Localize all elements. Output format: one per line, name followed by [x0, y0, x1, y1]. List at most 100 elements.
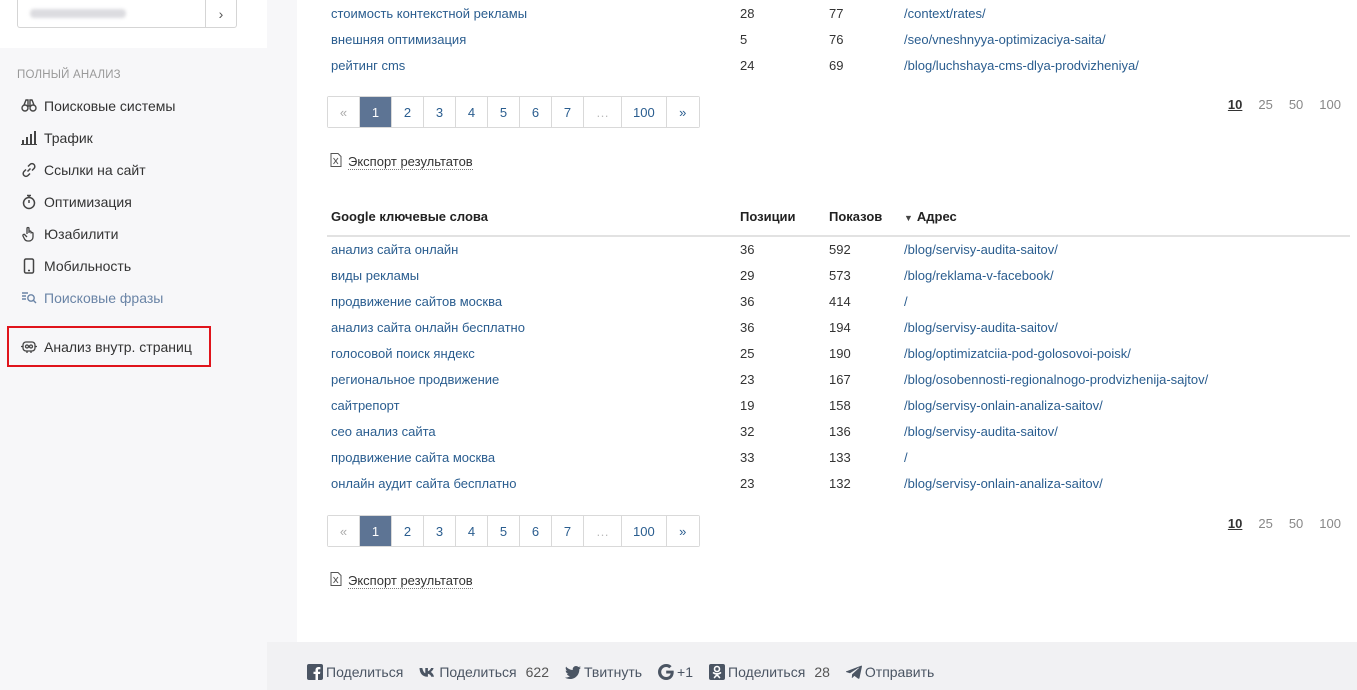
telegram-share-button[interactable]: Отправить [845, 664, 935, 680]
page-button[interactable]: 5 [488, 516, 520, 546]
page-button[interactable]: 3 [424, 516, 456, 546]
column-header-keywords[interactable]: Google ключевые слова [327, 198, 736, 237]
keyword-link[interactable]: анализ сайта онлайн [331, 242, 458, 257]
page-button[interactable]: 7 [552, 97, 584, 127]
twitter-share-button[interactable]: Твитнуть [564, 664, 642, 680]
page-button[interactable]: 3 [424, 97, 456, 127]
address-link[interactable]: / [904, 294, 908, 309]
address-link[interactable]: /blog/servisy-onlain-analiza-saitov/ [904, 476, 1103, 491]
page-button[interactable]: 7 [552, 516, 584, 546]
address-link[interactable]: /context/rates/ [904, 6, 986, 21]
column-header-positions[interactable]: Позиции [736, 198, 825, 237]
per-page-option[interactable]: 50 [1289, 97, 1303, 112]
last-page-button[interactable]: 100 [622, 516, 667, 546]
pagination-ellipsis: … [584, 97, 622, 127]
keyword-link[interactable]: региональное продвижение [331, 372, 499, 387]
export-results-link[interactable]: Экспорт результатов [330, 153, 473, 170]
table-row: региональное продвижение 23 167 /blog/os… [327, 366, 1350, 392]
share-label: Поделиться [728, 664, 806, 680]
address-link[interactable]: /blog/osobennosti-regionalnogo-prodvizhe… [904, 372, 1208, 387]
shows-cell: 136 [829, 423, 851, 439]
per-page-selector: 10 25 50 100 [1228, 97, 1341, 112]
keyword-link[interactable]: онлайн аудит сайта бесплатно [331, 476, 516, 491]
per-page-option[interactable]: 100 [1319, 516, 1341, 531]
page-button[interactable]: 5 [488, 97, 520, 127]
keyword-link[interactable]: продвижение сайта москва [331, 450, 495, 465]
column-header-address-label: Адрес [916, 209, 957, 224]
footer-share-bar: Поделиться Поделиться 622 Твитнуть +1 По… [267, 642, 1357, 690]
sidebar-item-label: Оптимизация [44, 194, 132, 210]
address-link[interactable]: /blog/optimizatciia-pod-golosovoi-poisk/ [904, 346, 1131, 361]
prev-page-button[interactable]: « [328, 516, 360, 546]
keyword-link[interactable]: виды рекламы [331, 268, 419, 283]
keyword-link[interactable]: анализ сайта онлайн бесплатно [331, 320, 525, 335]
sidebar-item-optimization[interactable]: Оптимизация [0, 186, 267, 218]
per-page-option[interactable]: 25 [1258, 516, 1272, 531]
sidebar-nav: Поисковые системы Трафик Ссылки на сайт … [0, 90, 267, 314]
export-results-link[interactable]: Экспорт результатов [330, 572, 473, 589]
shows-cell: 414 [829, 293, 851, 309]
address-link[interactable]: /blog/servisy-audita-saitov/ [904, 424, 1058, 439]
last-page-button[interactable]: 100 [622, 97, 667, 127]
google-plus-share-button[interactable]: +1 [658, 664, 693, 680]
sidebar-item-backlinks[interactable]: Ссылки на сайт [0, 154, 267, 186]
sidebar-item-label: Поисковые системы [44, 98, 176, 114]
per-page-option[interactable]: 50 [1289, 516, 1303, 531]
share-buttons: Поделиться Поделиться 622 Твитнуть +1 По… [307, 664, 934, 680]
share-label: Отправить [864, 664, 935, 680]
position-cell: 32 [740, 423, 755, 439]
page-button[interactable]: 2 [392, 97, 424, 127]
sidebar-item-label: Юзабилити [44, 226, 119, 242]
keyword-link[interactable]: голосовой поиск яндекс [331, 346, 475, 361]
column-header-shows[interactable]: Показов [825, 198, 900, 237]
shows-cell: 69 [829, 57, 844, 73]
vk-share-button[interactable]: Поделиться 622 [419, 664, 549, 680]
per-page-option[interactable]: 10 [1228, 516, 1242, 531]
per-page-option[interactable]: 25 [1258, 97, 1272, 112]
export-label: Экспорт результатов [348, 572, 473, 589]
page-button[interactable]: 1 [360, 516, 392, 546]
per-page-option[interactable]: 10 [1228, 97, 1242, 112]
twitter-icon [564, 665, 581, 679]
keyword-link[interactable]: внешняя оптимизация [331, 32, 466, 47]
page-button[interactable]: 6 [520, 97, 552, 127]
address-link[interactable]: /blog/servisy-onlain-analiza-saitov/ [904, 398, 1103, 413]
column-header-address[interactable]: ▼ Адрес [900, 198, 1350, 237]
position-cell: 36 [740, 293, 755, 309]
sidebar-item-search-engines[interactable]: Поисковые системы [0, 90, 267, 122]
facebook-share-button[interactable]: Поделиться [307, 664, 403, 680]
address-link[interactable]: /blog/servisy-audita-saitov/ [904, 320, 1058, 335]
odnoklassniki-share-button[interactable]: Поделиться 28 [709, 664, 830, 680]
per-page-option[interactable]: 100 [1319, 97, 1341, 112]
address-link[interactable]: /blog/luchshaya-cms-dlya-prodvizheniya/ [904, 58, 1139, 73]
keyword-link[interactable]: рейтинг cms [331, 58, 405, 73]
address-link[interactable]: /blog/servisy-audita-saitov/ [904, 242, 1058, 257]
sidebar-item-search-phrases[interactable]: Поисковые фразы [0, 282, 267, 314]
page-button[interactable]: 6 [520, 516, 552, 546]
next-page-button[interactable]: » [666, 97, 699, 127]
search-go-button[interactable]: › [205, 0, 236, 27]
page-button[interactable]: 2 [392, 516, 424, 546]
keyword-link[interactable]: продвижение сайтов москва [331, 294, 502, 309]
site-search-input[interactable] [18, 0, 206, 27]
page-button[interactable]: 4 [456, 516, 488, 546]
hand-pointer-icon [20, 225, 38, 243]
keyword-link[interactable]: стоимость контекстной рекламы [331, 6, 527, 21]
sidebar-item-page-analysis[interactable]: Анализ внутр. страниц [0, 331, 267, 363]
address-link[interactable]: /seo/vneshnyya-optimizaciya-saita/ [904, 32, 1106, 47]
address-link[interactable]: / [904, 450, 908, 465]
prev-page-button[interactable]: « [328, 97, 360, 127]
site-search-box[interactable]: › [17, 0, 237, 28]
table-row: рейтинг cms 24 69 /blog/luchshaya-cms-dl… [327, 52, 1350, 78]
sidebar-item-traffic[interactable]: Трафик [0, 122, 267, 154]
page-button[interactable]: 1 [360, 97, 392, 127]
sidebar-item-usability[interactable]: Юзабилити [0, 218, 267, 250]
sidebar-item-mobile[interactable]: Мобильность [0, 250, 267, 282]
keyword-link[interactable]: сайтрепорт [331, 398, 400, 413]
address-link[interactable]: /blog/reklama-v-facebook/ [904, 268, 1054, 283]
next-page-button[interactable]: » [666, 516, 699, 546]
shows-cell: 190 [829, 345, 851, 361]
page-button[interactable]: 4 [456, 97, 488, 127]
table-row: виды рекламы 29 573 /blog/reklama-v-face… [327, 262, 1350, 288]
keyword-link[interactable]: сео анализ сайта [331, 424, 436, 439]
